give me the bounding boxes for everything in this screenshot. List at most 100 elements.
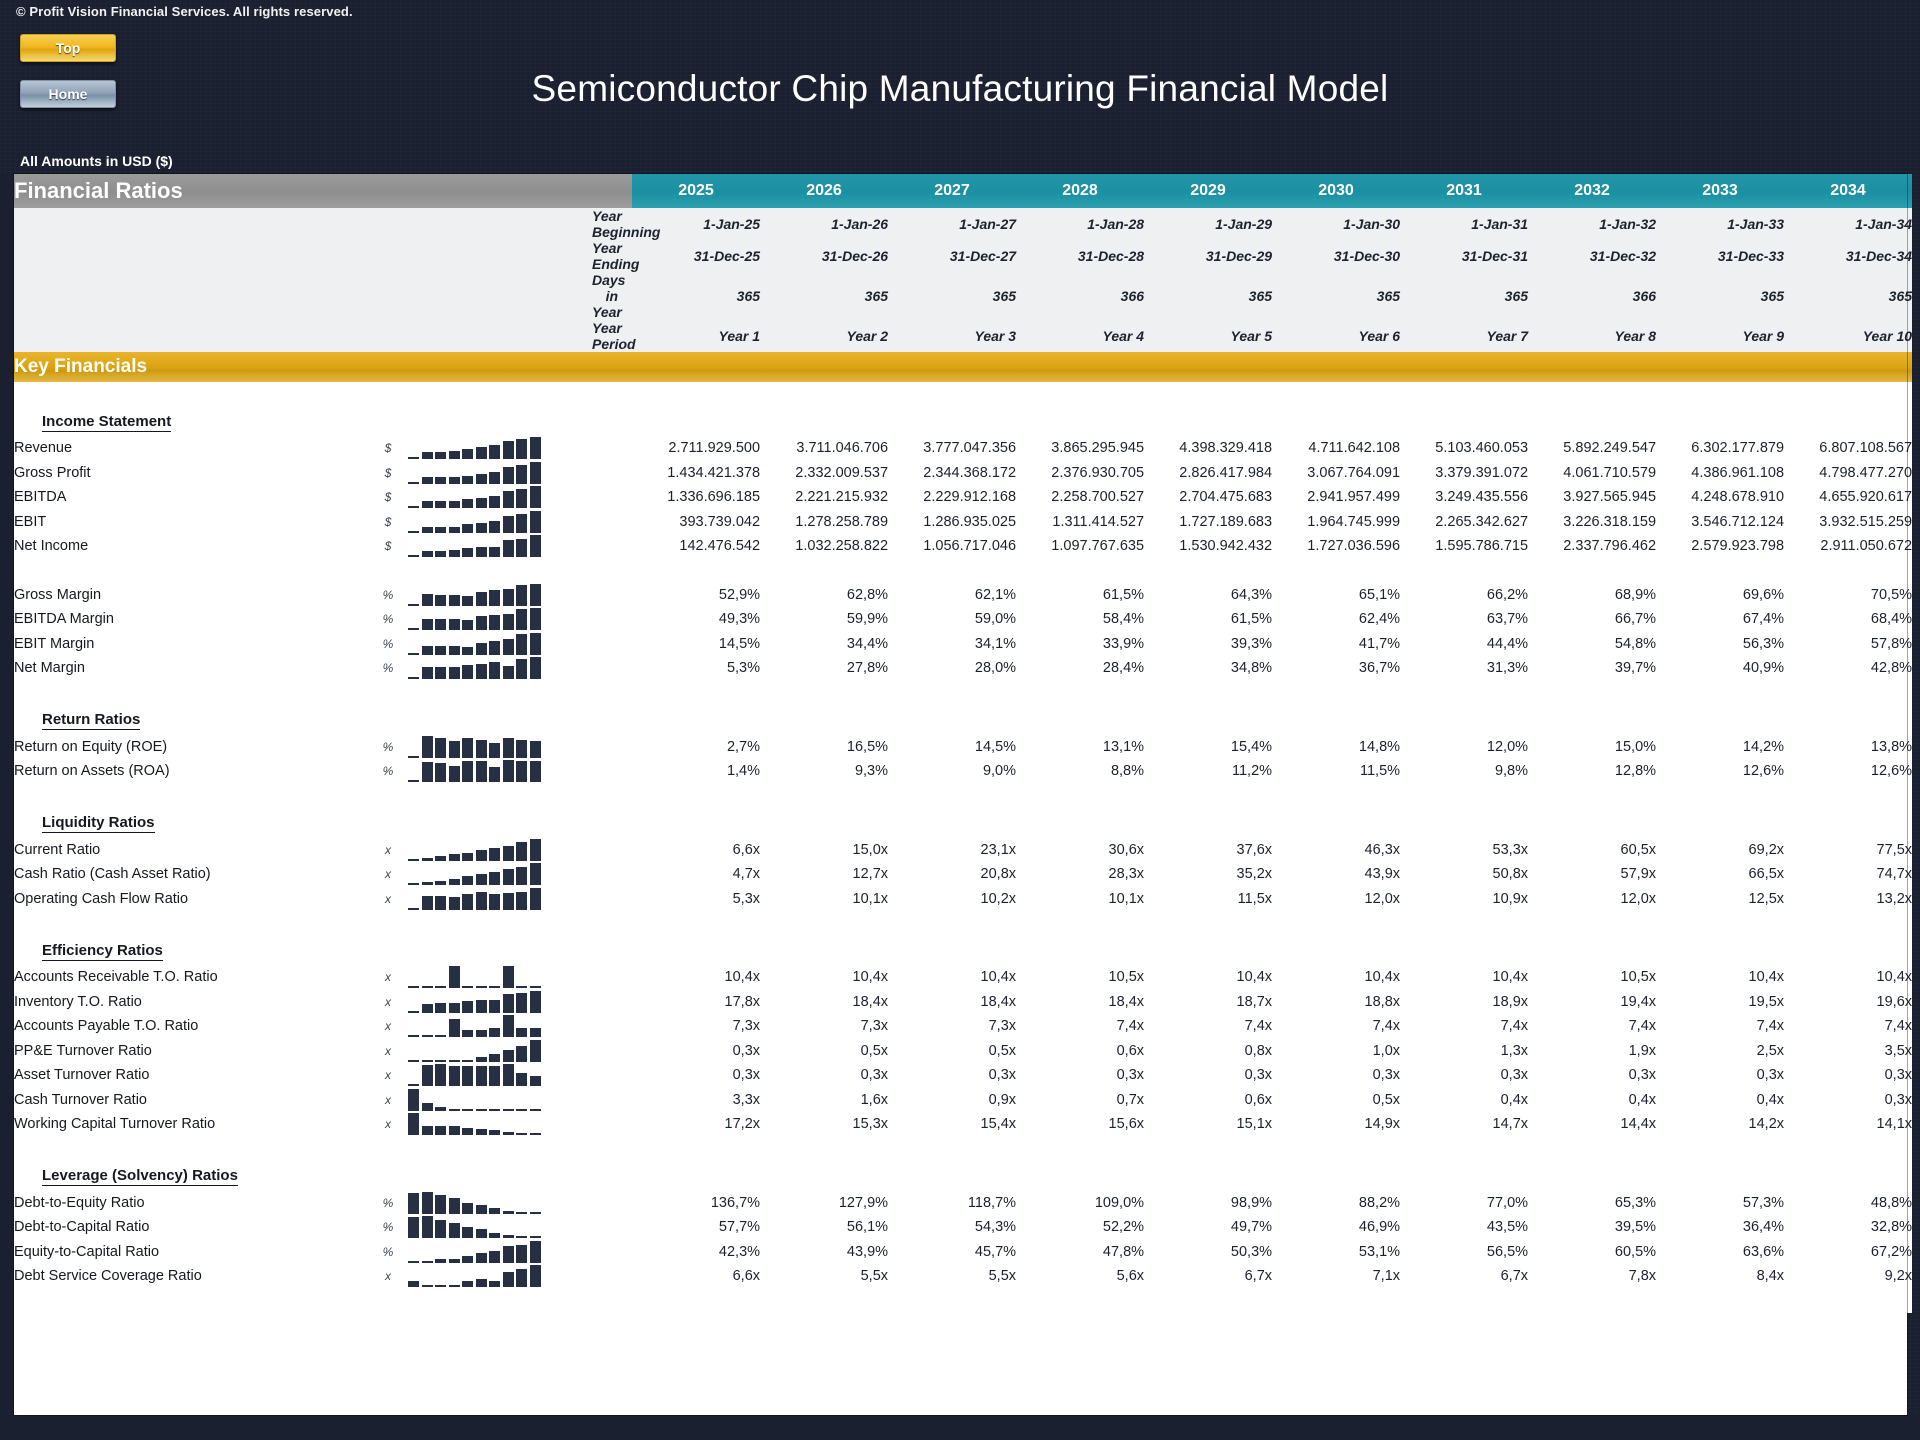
row-unit: x (374, 1264, 402, 1289)
value-cell: 10,4x (1272, 965, 1401, 990)
value-cell: 0,4x (1528, 1087, 1657, 1112)
sparkline-bar (462, 1066, 473, 1087)
meta-cell: 1-Jan-32 (1528, 208, 1657, 240)
table-row: Debt Service Coverage Ratio x 6,6x 5,5x 5,5x… (14, 1264, 1913, 1289)
sparkline-bar (516, 1269, 527, 1288)
meta-cell: 31-Dec-29 (1144, 240, 1273, 272)
value-cell: 1.530.942.432 (1144, 534, 1273, 559)
page-title: Semiconductor Chip Manufacturing Financi… (531, 68, 1389, 109)
value-cell: 1.311.414.527 (1016, 509, 1145, 534)
sparkline-cell (402, 1087, 592, 1112)
value-cell: 39,5% (1528, 1215, 1657, 1240)
value-cell: 64,3% (1144, 582, 1273, 607)
row-label: Gross Profit (14, 460, 374, 485)
sheet-left-edge (0, 174, 14, 1415)
row-spacer (14, 783, 1913, 808)
sparkline (402, 632, 562, 655)
sparkline-bar (516, 439, 527, 460)
sparkline-bar (516, 1244, 527, 1263)
sparkline-bar (516, 1236, 527, 1239)
value-cell: 14,1x (1784, 1112, 1913, 1137)
row-gap (592, 1063, 633, 1088)
value-cell: 2.941.957.499 (1272, 485, 1401, 510)
row-unit: % (374, 631, 402, 656)
sparkline-bar (462, 499, 473, 509)
row-label: EBITDA (14, 485, 374, 510)
value-cell: 0,3x (1272, 1063, 1401, 1088)
row-unit: % (374, 582, 402, 607)
value-cell: 2.711.929.500 (632, 436, 761, 461)
sparkline-bar (502, 1064, 514, 1087)
value-cell: 4.655.920.617 (1784, 485, 1913, 510)
row-unit: x (374, 1063, 402, 1088)
sparkline-bar (421, 762, 433, 783)
row-unit: $ (374, 534, 402, 559)
value-cell: 1,4% (632, 759, 761, 784)
sparkline-bar (489, 1028, 500, 1038)
column-header-year-2029[interactable]: 2029 (1144, 174, 1273, 208)
sparkline-bar (475, 849, 487, 861)
table-row: EBITDA $1.336.696.185 2.221.215.932 2.229.9… (14, 485, 1913, 510)
sparkline-bar (529, 761, 541, 783)
copyright-notice: © Profit Vision Financial Services. All … (16, 4, 353, 19)
meta-cell: 31-Dec-27 (888, 240, 1017, 272)
column-header-year-2031[interactable]: 2031 (1400, 174, 1529, 208)
section-header-text: Liquidity Ratios (42, 814, 155, 833)
row-spacer (14, 558, 1913, 583)
column-header-year-2028[interactable]: 2028 (1016, 174, 1145, 208)
sparkline-bar (435, 737, 446, 758)
meta-cell: 1-Jan-28 (1016, 208, 1145, 240)
value-cell: 4,7x (632, 862, 761, 887)
sparkline-bar (448, 476, 460, 484)
sparkline-bar (462, 1128, 473, 1136)
sparkline-bar (529, 486, 541, 509)
meta-cell: Year 8 (1528, 320, 1657, 352)
sparkline (402, 966, 562, 989)
sparkline-bar (529, 583, 541, 606)
value-cell: 393.739.042 (632, 509, 761, 534)
sparkline-bar (489, 1066, 500, 1087)
value-cell: 56,5% (1400, 1239, 1529, 1264)
column-header-year-2027[interactable]: 2027 (888, 174, 1017, 208)
column-header-year-2034[interactable]: 2034 (1784, 174, 1913, 208)
value-cell: 52,9% (632, 582, 761, 607)
column-header-year-2033[interactable]: 2033 (1656, 174, 1785, 208)
value-cell: 10,4x (1656, 965, 1785, 990)
sparkline-bar (502, 1015, 514, 1038)
meta-cell: 365 (1656, 272, 1785, 320)
sparkline (402, 1039, 562, 1062)
sparkline-bar (516, 986, 527, 989)
sparkline-bar (448, 550, 460, 558)
meta-cell: 31-Dec-28 (1016, 240, 1145, 272)
top-button[interactable]: Top (20, 34, 116, 62)
meta-cell: 31-Dec-26 (760, 240, 889, 272)
value-cell: 3,5x (1784, 1038, 1913, 1063)
value-cell: 66,7% (1528, 607, 1657, 632)
value-cell: 2.704.475.683 (1144, 485, 1273, 510)
column-header-year-2026[interactable]: 2026 (760, 174, 889, 208)
sparkline-bar (489, 1053, 500, 1062)
meta-cell: 365 (1400, 272, 1529, 320)
meta-cell: 31-Dec-30 (1272, 240, 1401, 272)
value-cell: 118,7% (888, 1190, 1017, 1215)
column-header-year-2032[interactable]: 2032 (1528, 174, 1657, 208)
sparkline-bar (408, 530, 419, 533)
section-header-text: Leverage (Solvency) Ratios (42, 1167, 238, 1186)
sparkline-bar (435, 1064, 446, 1087)
value-cell: 7,4x (1144, 1014, 1273, 1039)
units-note: All Amounts in USD ($) (20, 153, 173, 169)
sparkline-bar (408, 1088, 419, 1111)
sparkline-bar (435, 645, 446, 655)
row-gap (592, 582, 633, 607)
sparkline-bar (489, 1250, 500, 1263)
value-cell: 77,0% (1400, 1190, 1529, 1215)
value-cell: 7,3x (632, 1014, 761, 1039)
column-header-year-2025[interactable]: 2025 (632, 174, 761, 208)
sparkline-bar (502, 588, 514, 606)
value-cell: 19,4x (1528, 989, 1657, 1014)
meta-cell: Year 2 (760, 320, 889, 352)
table-row: EBIT Margin% 14,5% 34,4% 34,1% 33,9% 39,3% 41,… (14, 631, 1913, 656)
value-cell: 5,6x (1016, 1264, 1145, 1289)
column-header-year-2030[interactable]: 2030 (1272, 174, 1401, 208)
sparkline-bar (475, 1030, 487, 1038)
